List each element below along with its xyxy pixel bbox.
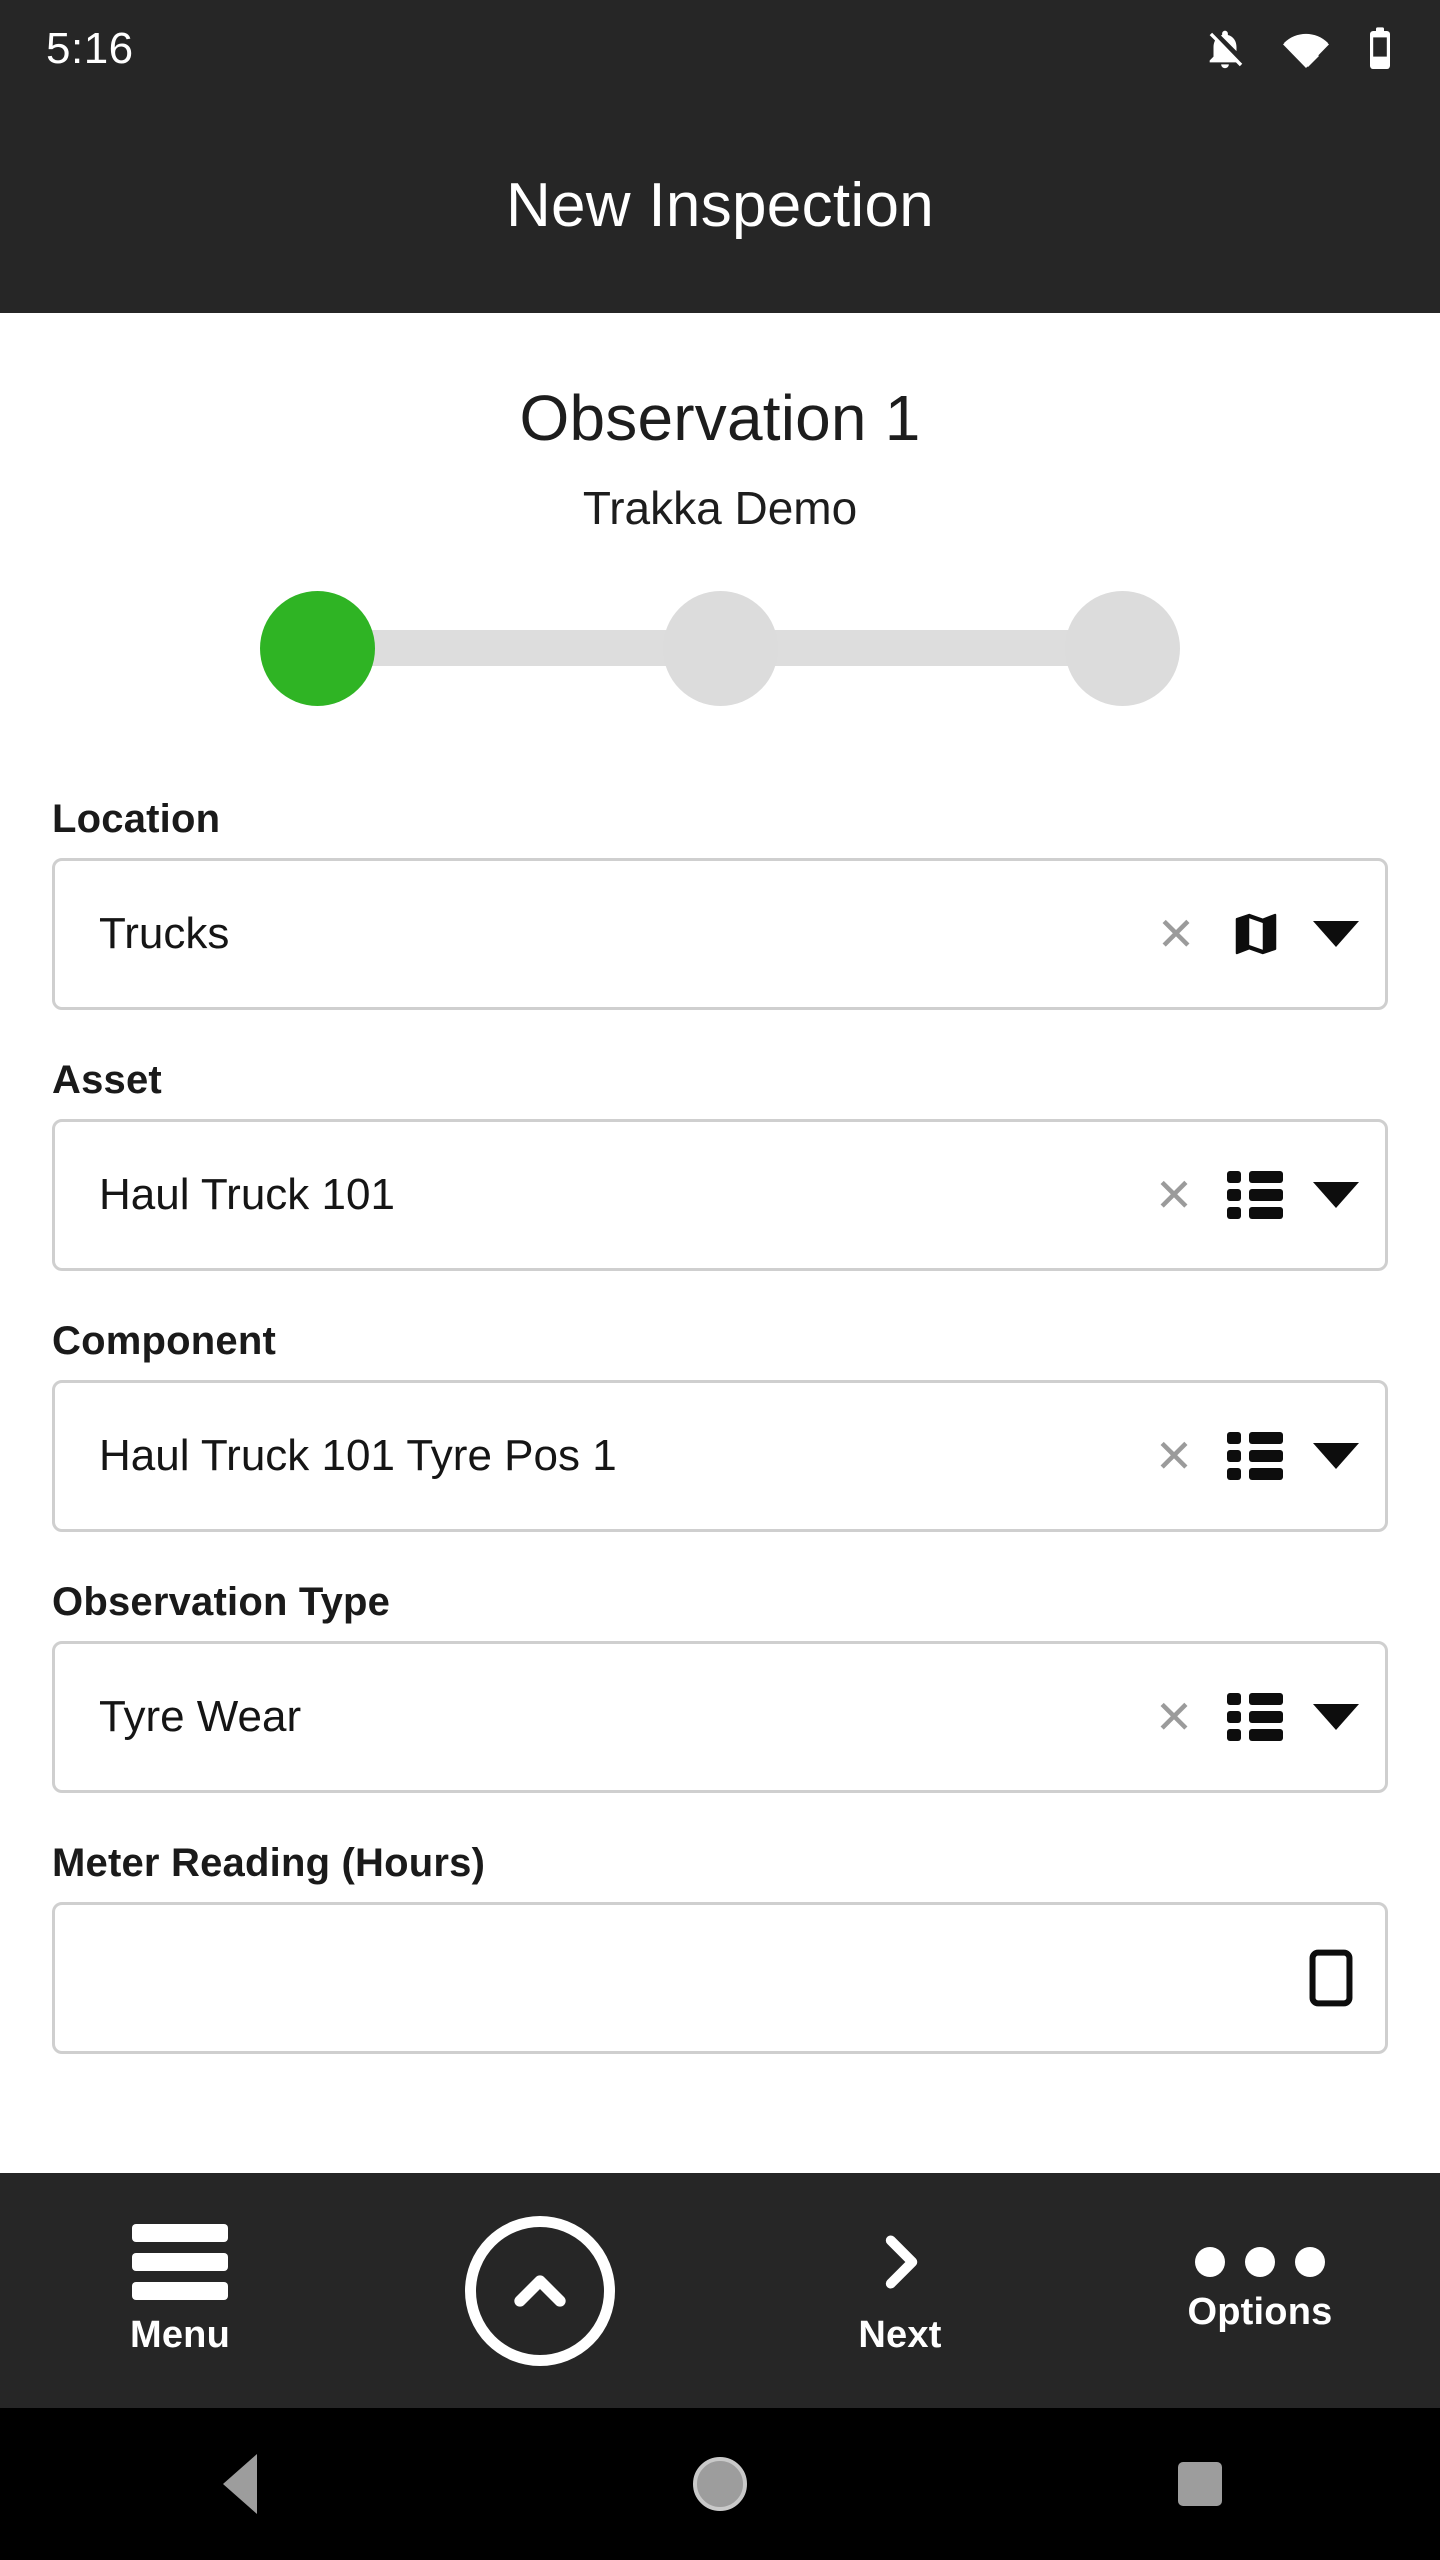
field-label-component: Component [52,1319,276,1363]
step-dot-1[interactable] [260,590,375,706]
wifi-icon [1283,33,1329,68]
nav-home-button[interactable] [480,2457,960,2511]
chevron-right-icon [885,2235,918,2289]
nav-recents-button[interactable] [960,2462,1440,2506]
triangle-down-icon[interactable] [1313,1182,1359,1208]
android-nav-bar [0,2408,1440,2560]
field-location: Location Trucks ✕ [52,797,1388,1010]
observation-type-select[interactable]: Tyre Wear ✕ [52,1641,1388,1793]
expand-button[interactable] [360,2173,720,2408]
next-label: Next [858,2314,942,2356]
notifications-off-icon [1209,30,1243,69]
observation-type-value: Tyre Wear [99,1692,302,1741]
list-icon[interactable] [1227,1693,1283,1741]
field-component: Component Haul Truck 101 Tyre Pos 1 ✕ [52,1319,1388,1532]
observation-subheading: Trakka Demo [582,482,858,534]
menu-label: Menu [129,2314,230,2356]
step-dot-3[interactable] [1065,590,1180,706]
status-icon-group [1202,25,1396,73]
close-icon[interactable]: ✕ [1153,911,1199,957]
component-value: Haul Truck 101 Tyre Pos 1 [99,1431,617,1480]
phone-screen: 5:16 New Inspection Observation 1 Trakka… [0,0,1440,2560]
close-icon[interactable]: ✕ [1151,1172,1197,1218]
location-value: Trucks [99,909,230,958]
field-label-observation-type: Observation Type [52,1580,391,1624]
status-clock: 5:16 [46,24,134,73]
home-circle-icon [693,2457,747,2511]
field-asset: Asset Haul Truck 101 ✕ [52,1058,1388,1271]
bottom-toolbar: Menu Next Options [0,2173,1440,2408]
meter-reading-input[interactable] [52,1902,1388,2054]
list-icon[interactable] [1227,1171,1283,1219]
battery-icon [1370,27,1390,69]
triangle-down-icon[interactable] [1313,1704,1359,1730]
status-bar: 5:16 [0,0,1440,98]
step-dot-2[interactable] [662,590,778,706]
close-icon[interactable]: ✕ [1151,1694,1197,1740]
app-bar: New Inspection [0,98,1440,313]
nav-back-button[interactable] [0,2454,480,2514]
triangle-down-icon[interactable] [1313,1443,1359,1469]
options-label: Options [1187,2291,1333,2333]
menu-button[interactable]: Menu [0,2173,360,2408]
observation-heading: Observation 1 [519,382,921,454]
field-observation-type: Observation Type Tyre Wear ✕ [52,1580,1388,1793]
field-meter-reading: Meter Reading (Hours) [52,1841,1388,2054]
next-button[interactable]: Next [720,2173,1080,2408]
ellipsis-icon [1195,2247,1325,2277]
field-label-meter-reading: Meter Reading (Hours) [52,1841,486,1885]
asset-value: Haul Truck 101 [99,1170,395,1219]
location-select[interactable]: Trucks ✕ [52,858,1388,1010]
field-label-location: Location [52,797,221,841]
keypad-icon[interactable] [1303,1948,1359,2008]
asset-select[interactable]: Haul Truck 101 ✕ [52,1119,1388,1271]
triangle-down-icon[interactable] [1313,921,1359,947]
map-icon[interactable] [1229,907,1283,961]
main-content: Observation 1 Trakka Demo Location Truck… [0,313,1440,2173]
page-title: New Inspection [505,171,935,240]
recents-square-icon [1178,2462,1222,2506]
list-icon[interactable] [1227,1432,1283,1480]
back-triangle-icon [223,2454,257,2514]
inspection-form: Location Trucks ✕ Asset Haul Truck 101 ✕… [0,797,1440,2054]
close-icon[interactable]: ✕ [1151,1433,1197,1479]
component-select[interactable]: Haul Truck 101 Tyre Pos 1 ✕ [52,1380,1388,1532]
step-progress-indicator [260,583,1180,713]
options-button[interactable]: Options [1080,2173,1440,2408]
chevron-up-circle-icon [465,2215,615,2366]
field-label-asset: Asset [52,1058,162,1102]
hamburger-icon [132,2224,228,2300]
